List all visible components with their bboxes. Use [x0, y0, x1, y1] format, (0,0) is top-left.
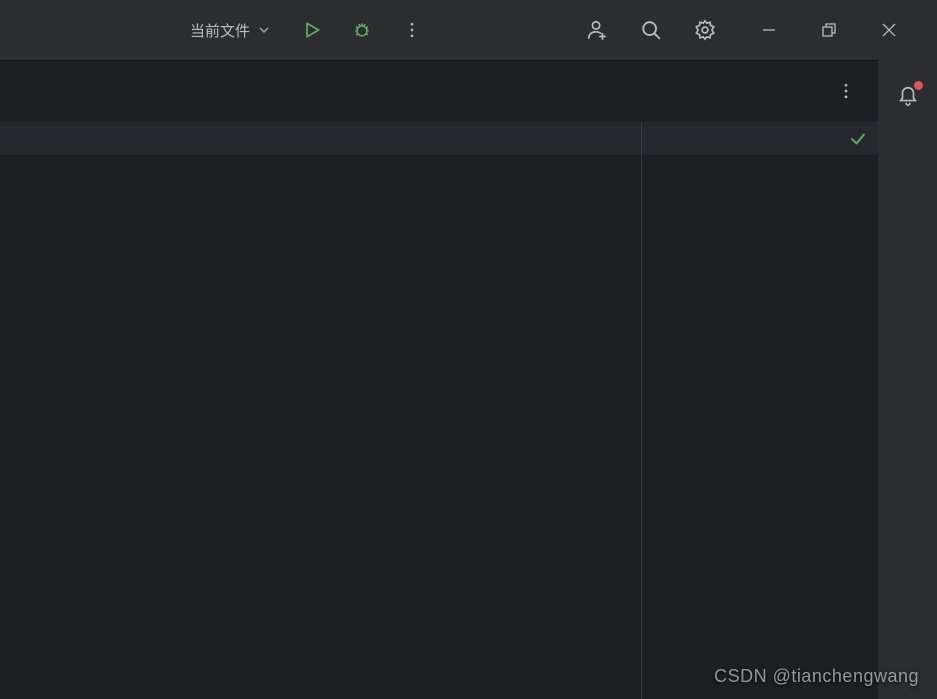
right-sidebar — [878, 60, 937, 699]
editor-main-pane[interactable] — [0, 122, 641, 699]
run-icon — [302, 20, 322, 40]
settings-icon — [694, 19, 716, 41]
more-button[interactable] — [392, 10, 432, 50]
restore-button[interactable] — [799, 10, 859, 50]
more-icon — [836, 81, 856, 101]
debug-icon — [352, 20, 372, 40]
analysis-status[interactable] — [846, 127, 870, 151]
notification-dot — [914, 81, 923, 90]
settings-button[interactable] — [685, 10, 725, 50]
check-icon — [849, 130, 867, 148]
titlebar-left-group: 当前文件 — [178, 10, 432, 50]
search-button[interactable] — [631, 10, 671, 50]
separator — [0, 60, 937, 61]
notifications-button[interactable] — [888, 76, 928, 116]
editor-right-toolbar — [642, 122, 878, 155]
editor-breadcrumb — [0, 122, 641, 155]
run-config-selector[interactable]: 当前文件 — [178, 14, 282, 47]
more-icon — [402, 20, 422, 40]
restore-icon — [822, 23, 836, 37]
minimize-icon — [762, 23, 776, 37]
close-icon — [882, 23, 896, 37]
run-button[interactable] — [292, 10, 332, 50]
titlebar: 当前文件 — [0, 0, 937, 60]
run-config-label: 当前文件 — [190, 20, 250, 41]
titlebar-right-group — [577, 10, 919, 50]
add-user-icon — [586, 19, 608, 41]
editor-area — [0, 122, 878, 699]
collab-button[interactable] — [577, 10, 617, 50]
tab-more-button[interactable] — [826, 71, 866, 111]
tab-bar — [0, 60, 878, 122]
editor-right-pane[interactable] — [641, 122, 878, 699]
debug-button[interactable] — [342, 10, 382, 50]
minimize-button[interactable] — [739, 10, 799, 50]
close-button[interactable] — [859, 10, 919, 50]
chevron-down-icon — [258, 24, 270, 36]
window-controls — [739, 10, 919, 50]
search-icon — [640, 19, 662, 41]
